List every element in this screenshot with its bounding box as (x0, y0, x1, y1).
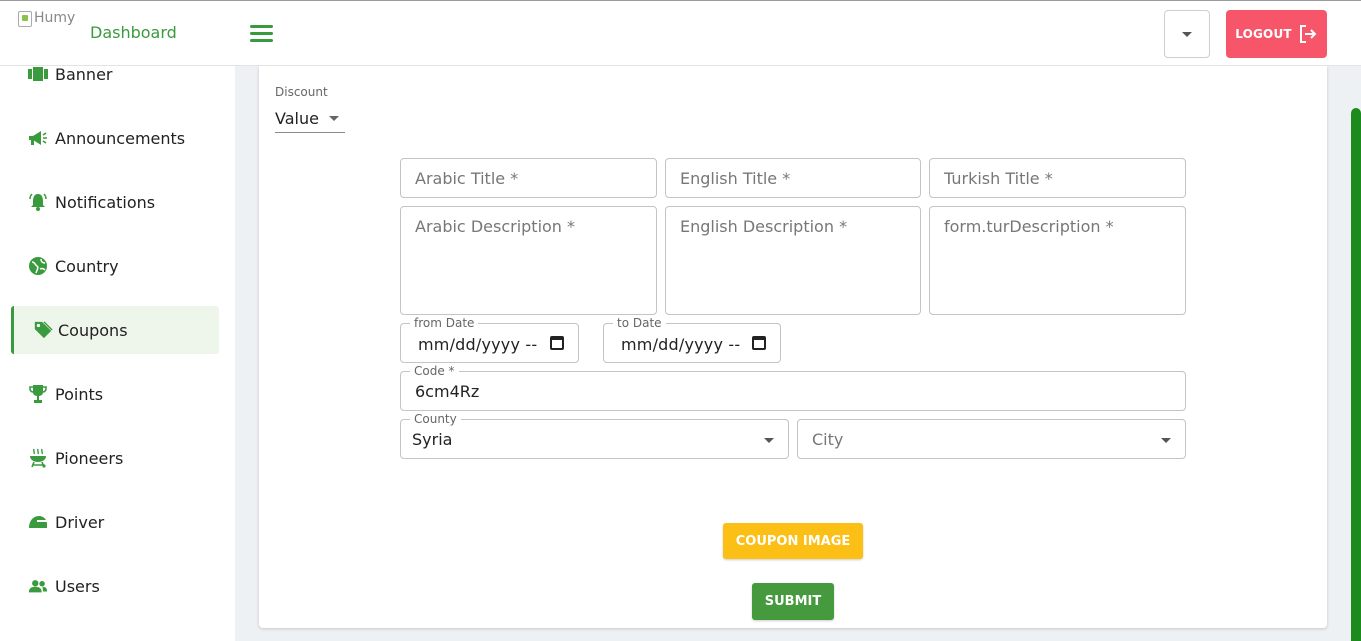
code-input[interactable]: Code * 6cm4Rz (400, 364, 1186, 411)
discount-type-select[interactable]: Value (275, 104, 345, 133)
app-title: Dashboard (90, 23, 177, 42)
sidebar-item-label: Banner (55, 64, 113, 84)
submit-button[interactable]: SUBMIT (752, 583, 834, 620)
sidebar-item-driver[interactable]: Driver (11, 498, 219, 546)
grill-icon (28, 448, 48, 468)
sidebar-item-label: Driver (55, 512, 105, 532)
logo[interactable]: Humy (18, 10, 75, 27)
arabic-title-input[interactable]: Arabic Title * (400, 158, 657, 198)
county-select[interactable]: County Syria (400, 412, 789, 459)
from-date-value: mm/dd/yyyy -- (418, 335, 538, 354)
discount-label: Discount (275, 85, 328, 99)
calendar-icon[interactable] (752, 336, 766, 350)
sidebar-item-label: Users (55, 576, 100, 596)
sidebar-item-label: Notifications (55, 192, 156, 212)
banner-icon (28, 64, 48, 84)
turkish-description-textarea[interactable]: form.turDescription * (929, 206, 1186, 315)
page-scrollbar-thumb[interactable] (1351, 108, 1361, 641)
sidebar-item-label: Pioneers (55, 448, 124, 468)
english-title-placeholder: English Title * (680, 169, 791, 188)
sidebar-item-points[interactable]: Points (11, 370, 219, 418)
helmet-icon (28, 512, 48, 532)
from-date-input[interactable]: from Date mm/dd/yyyy -- (400, 316, 579, 363)
sidebar-item-label: Coupons (58, 320, 128, 340)
to-date-label: to Date (613, 316, 666, 330)
calendar-icon[interactable] (550, 336, 564, 350)
logout-icon (1299, 25, 1317, 43)
chevron-down-icon (764, 438, 774, 443)
bell-icon (28, 192, 48, 212)
chevron-down-icon (1161, 438, 1171, 443)
english-description-placeholder: English Description * (680, 217, 848, 236)
arabic-description-placeholder: Arabic Description * (415, 217, 576, 236)
arabic-title-placeholder: Arabic Title * (415, 169, 519, 188)
turkish-description-placeholder: form.turDescription * (944, 217, 1114, 236)
chevron-down-icon (1182, 31, 1192, 37)
sidebar-item-label: Points (55, 384, 104, 404)
county-label: County (410, 412, 461, 426)
tag-icon (33, 320, 53, 340)
to-date-input[interactable]: to Date mm/dd/yyyy -- (603, 316, 781, 363)
city-placeholder: City (812, 430, 844, 449)
logout-button[interactable]: LOGOUT (1226, 10, 1327, 58)
turkish-title-input[interactable]: Turkish Title * (929, 158, 1186, 198)
megaphone-icon (28, 128, 48, 148)
logout-label: LOGOUT (1235, 27, 1292, 41)
language-dropdown[interactable] (1164, 10, 1210, 58)
arabic-description-textarea[interactable]: Arabic Description * (400, 206, 657, 315)
users-icon (28, 576, 48, 596)
to-date-value: mm/dd/yyyy -- (621, 335, 741, 354)
english-title-input[interactable]: English Title * (665, 158, 921, 198)
sidebar-item-pioneers[interactable]: Pioneers (11, 434, 219, 482)
english-description-textarea[interactable]: English Description * (665, 206, 921, 315)
code-value: 6cm4Rz (415, 382, 480, 401)
city-select[interactable]: City (797, 419, 1186, 459)
menu-toggle-icon[interactable] (250, 25, 273, 42)
broken-image-icon (18, 11, 32, 27)
discount-type-value: Value (275, 108, 319, 128)
code-label: Code * (410, 364, 459, 378)
county-value: Syria (412, 430, 453, 449)
sidebar-item-country[interactable]: Country (11, 242, 219, 290)
sidebar-item-label: Country (55, 256, 119, 276)
trophy-icon (28, 384, 48, 404)
turkish-title-placeholder: Turkish Title * (944, 169, 1053, 188)
sidebar: Banner Announcements Notifications Count… (0, 64, 235, 641)
sidebar-item-users[interactable]: Users (11, 562, 219, 610)
sidebar-item-notifications[interactable]: Notifications (11, 178, 219, 226)
top-bar: Humy Dashboard LOGOUT (0, 0, 1361, 66)
sidebar-item-coupons[interactable]: Coupons (11, 306, 219, 354)
from-date-label: from Date (410, 316, 479, 330)
logo-alt-text: Humy (34, 10, 76, 26)
sidebar-item-label: Announcements (55, 128, 186, 148)
globe-icon (28, 256, 48, 276)
sidebar-item-announcements[interactable]: Announcements (11, 114, 219, 162)
coupon-image-button[interactable]: COUPON IMAGE (723, 523, 863, 559)
chevron-down-icon (329, 115, 339, 121)
